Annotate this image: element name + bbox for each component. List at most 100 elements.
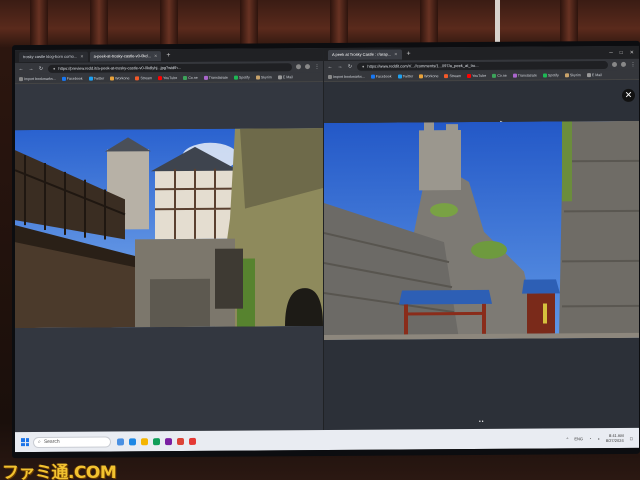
bookmark-favicon-icon xyxy=(88,76,93,81)
taskbar-search-box[interactable]: ⌕ Search xyxy=(33,436,111,448)
lock-icon: ● xyxy=(362,63,365,69)
menu-icon[interactable]: ⋮ xyxy=(314,64,320,70)
chevron-up-icon[interactable]: ^ xyxy=(566,436,568,441)
bookmark-item[interactable]: Translatrate xyxy=(512,73,537,78)
bookmark-item[interactable]: Twitter xyxy=(397,74,413,79)
bookmark-item[interactable]: Co.ne xyxy=(183,75,198,80)
bookmark-item[interactable]: Twitter xyxy=(88,76,104,81)
bookmark-favicon-icon xyxy=(110,75,115,81)
bookmark-favicon-icon xyxy=(277,74,282,79)
address-bar[interactable]: ● https://www.reddit.com/r/...//comments… xyxy=(357,60,608,71)
taskbar-app-icon[interactable] xyxy=(165,437,172,445)
bookmark-item[interactable]: Spotify xyxy=(542,73,559,77)
bookmark-item[interactable]: Import bookmarks... xyxy=(328,74,365,79)
bookmark-item[interactable]: Facebook xyxy=(370,74,392,79)
chrome-icon[interactable] xyxy=(177,437,184,445)
bookmark-label: Stream xyxy=(449,73,462,78)
wifi-icon[interactable]: ◔ xyxy=(589,436,591,441)
url-text: https://www.reddit.com/r/...//comments/1… xyxy=(367,62,479,69)
forward-icon[interactable]: → xyxy=(337,63,343,69)
bookmark-favicon-icon xyxy=(512,73,517,78)
bookmark-item[interactable]: Import bookmarks... xyxy=(19,76,56,81)
bookmark-item[interactable]: YouTube xyxy=(467,73,487,78)
bookmark-item[interactable]: Stream xyxy=(135,76,152,80)
tab-label: trosky castle klog-born como... xyxy=(23,53,78,60)
bookmark-label: Stream xyxy=(140,75,153,80)
back-icon[interactable]: ← xyxy=(18,66,24,72)
system-tray: ^ ENG ◔ ◖ 8:41 AM 8/27/2024 ◻ xyxy=(566,433,633,443)
taskbar-app-icon[interactable] xyxy=(153,437,160,445)
bookmark-favicon-icon xyxy=(19,76,23,81)
bookmark-item[interactable]: Facebook xyxy=(61,76,83,81)
castle-ruin-image xyxy=(324,120,639,341)
bookmark-favicon-icon xyxy=(158,75,163,80)
castle-courtyard-image xyxy=(15,128,323,329)
profile-icon[interactable] xyxy=(305,64,310,70)
tab-close-icon[interactable]: ✕ xyxy=(80,54,83,59)
bookmark-label: Facebook xyxy=(375,74,392,79)
forward-icon[interactable]: → xyxy=(28,66,34,72)
tab-close-icon[interactable]: ✕ xyxy=(154,53,157,58)
bookmark-favicon-icon xyxy=(328,74,332,79)
language-indicator[interactable]: ENG xyxy=(574,436,583,441)
bookmark-item[interactable]: Skyrim xyxy=(564,73,581,77)
tab-label: A peek at Trosky Castle : r/arap... xyxy=(332,51,392,57)
file-explorer-icon[interactable] xyxy=(141,437,148,445)
tab-castle-blog[interactable]: trosky castle klog-born como... ✕ xyxy=(19,51,88,62)
menu-icon[interactable]: ⋮ xyxy=(630,61,636,67)
taskbar-clock[interactable]: 8:41 AM 8/27/2024 xyxy=(606,433,624,443)
windows-start-icon[interactable] xyxy=(21,438,29,447)
extension-icon[interactable] xyxy=(612,61,617,68)
bookmark-label: Translatrate xyxy=(208,75,228,80)
left-browser-window: trosky castle klog-born como... ✕ a-peek… xyxy=(15,48,323,433)
profile-icon[interactable] xyxy=(621,61,626,67)
bookmark-item[interactable]: YouTube xyxy=(158,76,177,80)
new-tab-icon[interactable]: + xyxy=(166,52,170,59)
bookmark-item[interactable]: Workone xyxy=(110,75,129,81)
bookmark-item[interactable]: Co.ne xyxy=(492,73,507,78)
bookmark-label: Import bookmarks... xyxy=(333,74,365,79)
back-icon[interactable]: ← xyxy=(327,63,333,69)
bookmark-favicon-icon xyxy=(183,75,188,80)
bookmarks-bar: Import bookmarks... Facebook Twitter Workon… xyxy=(15,72,323,85)
lock-icon: ● xyxy=(53,65,56,71)
bookmark-label: Co.ne xyxy=(188,75,198,80)
notification-bell-icon[interactable]: ◻ xyxy=(630,435,633,440)
stage-pole xyxy=(495,0,500,44)
bookmark-item[interactable]: Stream xyxy=(444,74,461,78)
tab-image-preview[interactable]: a-peek-at-trosky-castle-v0-0kd... ✕ xyxy=(89,50,162,62)
reload-icon[interactable]: ↻ xyxy=(38,65,44,71)
volume-icon[interactable]: ◖ xyxy=(597,436,599,441)
close-window-icon[interactable]: ✕ xyxy=(630,49,634,55)
bookmark-item[interactable]: E Mail xyxy=(586,72,602,77)
tab-close-icon[interactable]: ✕ xyxy=(394,52,397,57)
bookmark-item[interactable]: E Mail xyxy=(277,74,293,79)
bookmark-item[interactable]: Workone xyxy=(419,74,438,78)
taskbar-pinned-apps xyxy=(117,437,196,445)
maximize-icon[interactable]: □ xyxy=(620,49,623,55)
address-bar[interactable]: ● https://preview.redd.it/a-peek-at-tros… xyxy=(48,62,292,73)
bookmark-item[interactable]: Spotify xyxy=(233,75,250,80)
minimize-icon[interactable]: ─ xyxy=(609,49,613,55)
taskbar-app-icon[interactable] xyxy=(189,437,196,445)
bookmark-label: E Mail xyxy=(282,74,293,79)
window-controls: ─ □ ✕ xyxy=(609,49,639,55)
tab-reddit-post[interactable]: A peek at Trosky Castle : r/arap... ✕ xyxy=(328,48,402,60)
bookmark-label: Workone xyxy=(424,73,439,78)
famitsu-watermark-logo: ファミ通.COM xyxy=(2,463,117,480)
search-placeholder: Search xyxy=(43,438,60,445)
new-tab-icon[interactable]: + xyxy=(407,50,411,57)
close-lightbox-button[interactable]: ✕ xyxy=(622,88,635,102)
bookmark-item[interactable]: Translatrate xyxy=(203,75,228,80)
bookmark-label: Co.ne xyxy=(497,73,507,78)
taskbar-app-icon[interactable] xyxy=(117,437,124,445)
extension-icon[interactable] xyxy=(296,64,301,70)
castle-ruin-photo xyxy=(324,120,639,341)
bookmark-item[interactable]: Skyrim xyxy=(255,75,272,79)
taskbar-app-icon[interactable] xyxy=(129,437,136,445)
image-pager-dots[interactable]: •• xyxy=(479,419,485,425)
bookmark-label: E Mail xyxy=(591,72,602,77)
bookmark-label: YouTube xyxy=(472,73,487,78)
clock-date: 8/27/2024 xyxy=(605,437,624,444)
reload-icon[interactable]: ↻ xyxy=(347,63,353,69)
